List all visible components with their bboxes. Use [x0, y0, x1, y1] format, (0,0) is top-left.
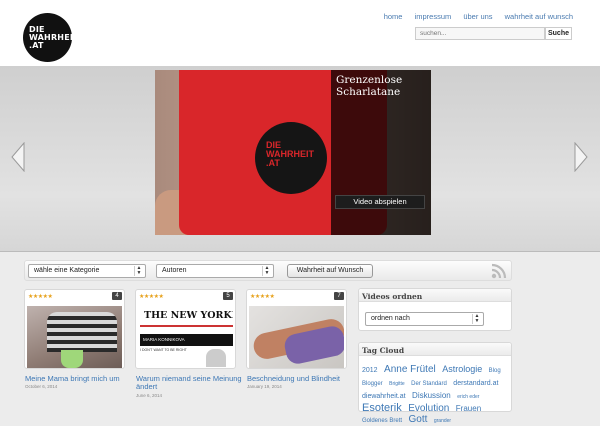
nav-ueber-uns[interactable]: über uns [463, 12, 492, 21]
category-select[interactable]: wähle eine Kategorie ▲ ▼ [28, 264, 146, 278]
order-by-select[interactable]: ordnen nach ▲ ▼ [365, 312, 484, 326]
order-select-value: ordnen nach [371, 315, 410, 322]
comment-count-badge: 7 [334, 292, 344, 300]
slide-caption-title: Grenzenlose Scharlatane [336, 74, 403, 98]
search-input[interactable] [415, 27, 545, 40]
author-select[interactable]: Autoren ▲ ▼ [156, 264, 274, 278]
comment-count-badge: 4 [112, 292, 122, 300]
article-date: June 6, 2014 [136, 393, 163, 398]
tag-link[interactable]: Blog [489, 368, 501, 374]
shirt-logo-line: .AT [266, 158, 280, 168]
logo-line: .AT [29, 41, 44, 50]
video-slider: DIE WAHRHEIT .AT Grenzenlose Scharlatane… [0, 66, 600, 252]
thumb-cup [61, 350, 83, 368]
shirt-logo: DIE WAHRHEIT .AT [255, 122, 327, 194]
select-arrows-icon: ▲ ▼ [134, 266, 143, 276]
tag-cloud: 2012 Anne Frütel Astrologie Blog Blogger… [362, 363, 510, 426]
main-nav: home impressum über uns wahrheit auf wun… [374, 12, 573, 21]
article-card[interactable]: ★★★★★ 4 Meine Mama bringt mich um Octobe… [24, 289, 125, 389]
thumb-portrait [206, 349, 226, 367]
tag-link[interactable]: 2012 [362, 367, 378, 374]
site-header: DIE WAHRHEIT .AT home impressum über uns… [0, 0, 600, 66]
article-date: October 6, 2014 [25, 384, 58, 389]
search-button[interactable]: Suche [545, 27, 572, 40]
article-thumbnail[interactable] [27, 306, 122, 368]
article-title[interactable]: Beschneidung und Blindheit [247, 375, 357, 383]
slider-prev-arrow-icon[interactable] [10, 141, 26, 173]
play-video-button[interactable]: Video abspielen [335, 195, 425, 209]
nav-home[interactable]: home [384, 12, 403, 21]
thumb-newspaper-head: THE NEW YORKER [144, 310, 233, 321]
tag-link[interactable]: Esoterik [362, 402, 402, 414]
article-title[interactable]: Meine Mama bringt mich um [25, 375, 135, 383]
article-title[interactable]: Warum niemand seine Meinung ändert [136, 375, 246, 391]
tag-link[interactable]: Blogger [362, 381, 383, 387]
tag-link[interactable]: Evolution [408, 403, 449, 414]
article-thumbnail[interactable] [249, 306, 344, 368]
tag-link[interactable]: Diskussion [412, 391, 451, 400]
thumb-text: I DON'T WANT TO BE RIGHT [140, 348, 187, 352]
article-card[interactable]: ★★★★★ 7 Beschneidung und Blindheit Janua… [246, 289, 347, 389]
tag-link[interactable]: Frauen [456, 404, 481, 413]
tag-link[interactable]: erich eder [457, 394, 479, 400]
rating-stars-icon: ★★★★★ [139, 294, 164, 300]
wahrheit-auf-wunsch-button[interactable]: Wahrheit auf Wunsch [287, 264, 373, 278]
tag-cloud-title: Tag Cloud [362, 346, 405, 355]
tag-link[interactable]: Gott [408, 414, 427, 425]
rss-icon[interactable] [489, 262, 511, 280]
videos-order-box: Videos ordnen ordnen nach ▲ ▼ [358, 288, 512, 331]
article-thumbnail[interactable]: THE NEW YORKER MARIA KONNIKOVA I DON'T W… [138, 306, 233, 368]
videos-order-title: Videos ordnen [362, 292, 423, 301]
nav-impressum[interactable]: impressum [415, 12, 452, 21]
tag-link[interactable]: Astrologie [442, 364, 482, 374]
tag-link[interactable]: grander [434, 418, 451, 424]
filter-bar: wähle eine Kategorie ▲ ▼ Autoren ▲ ▼ Wahrh… [24, 260, 512, 281]
category-select-value: wähle eine Kategorie [34, 267, 100, 274]
article-card[interactable]: ★★★★★ 5 THE NEW YORKER MARIA KONNIKOVA I… [135, 289, 242, 398]
article-date: January 19, 2014 [247, 384, 282, 389]
tag-link[interactable]: Goldenes Brett [362, 418, 402, 424]
nav-wahrheit-auf-wunsch[interactable]: wahrheit auf wunsch [505, 12, 573, 21]
site-logo[interactable]: DIE WAHRHEIT .AT [23, 13, 79, 62]
thumb-shirt [47, 312, 117, 352]
select-arrows-icon: ▲ ▼ [472, 314, 481, 324]
select-arrows-icon: ▲ ▼ [262, 266, 271, 276]
author-select-value: Autoren [162, 267, 187, 274]
rating-stars-icon: ★★★★★ [28, 294, 53, 300]
thumb-author-bar: MARIA KONNIKOVA [140, 334, 233, 346]
thumb-rule [140, 325, 233, 327]
tag-link[interactable]: Anne Frütel [384, 364, 436, 375]
tag-link[interactable]: diewahrheit.at [362, 393, 406, 400]
tag-link[interactable]: Der Standard [411, 381, 447, 387]
rating-stars-icon: ★★★★★ [250, 294, 275, 300]
comment-count-badge: 5 [223, 292, 233, 300]
tag-link[interactable]: Brigitte [389, 381, 405, 387]
tag-link[interactable]: derstandard.at [453, 380, 498, 387]
tag-cloud-box: Tag Cloud 2012 Anne Frütel Astrologie Bl… [358, 342, 512, 425]
slider-next-arrow-icon[interactable] [573, 141, 589, 173]
